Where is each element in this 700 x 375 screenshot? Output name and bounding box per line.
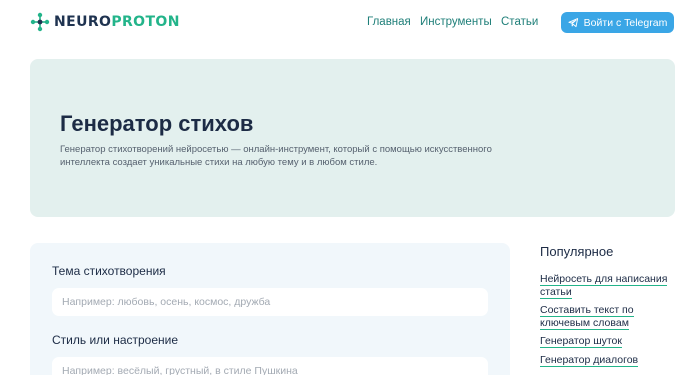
nav-home[interactable]: Главная	[367, 15, 411, 29]
page-title: Генератор стихов	[60, 111, 254, 136]
logo-text-part1: NEURO	[54, 14, 112, 30]
sidebar-link-line2: статьи	[540, 286, 572, 299]
neuron-logo-icon	[30, 12, 50, 32]
style-input[interactable]	[52, 357, 488, 375]
logo[interactable]: NEUROPROTON	[30, 12, 180, 32]
poem-form: Тема стихотворения Стиль или настроение	[30, 243, 510, 375]
sidebar-link-line1: Составить текст по	[540, 304, 634, 317]
sidebar-link-dialog-generator[interactable]: Генератор диалогов	[540, 354, 639, 367]
topic-label: Тема стихотворения	[52, 264, 166, 278]
style-label: Стиль или настроение	[52, 333, 179, 347]
logo-text-part2: PROTON	[111, 14, 180, 30]
telegram-login-label: Войти с Telegram	[583, 16, 668, 29]
sidebar-link-line1: Нейросеть для написания	[540, 273, 668, 286]
nav-tools[interactable]: Инструменты	[420, 15, 492, 29]
page-description: Генератор стихотворений нейросетью — онл…	[60, 144, 492, 168]
sidebar-link-line1: Генератор шуток	[540, 335, 622, 348]
logo-text: NEUROPROTON	[54, 12, 180, 32]
telegram-login-button[interactable]: Войти с Telegram	[561, 12, 674, 33]
sidebar-link-article-writer[interactable]: Нейросеть для написания статьи	[540, 273, 668, 299]
telegram-plane-icon	[568, 18, 578, 28]
sidebar-link-line2: ключевым словам	[540, 317, 629, 330]
nav-articles[interactable]: Статьи	[501, 15, 538, 29]
site-header: NEUROPROTON Главная Инструменты Статьи В…	[0, 0, 700, 44]
hero-section: Генератор стихов Генератор стихотворений…	[30, 59, 675, 217]
sidebar-link-keyword-text[interactable]: Составить текст по ключевым словам	[540, 304, 634, 330]
sidebar-title: Популярное	[540, 244, 614, 259]
sidebar-link-line1: Генератор диалогов	[540, 354, 639, 367]
sidebar-link-joke-generator[interactable]: Генератор шуток	[540, 335, 622, 348]
topic-input[interactable]	[52, 288, 488, 316]
